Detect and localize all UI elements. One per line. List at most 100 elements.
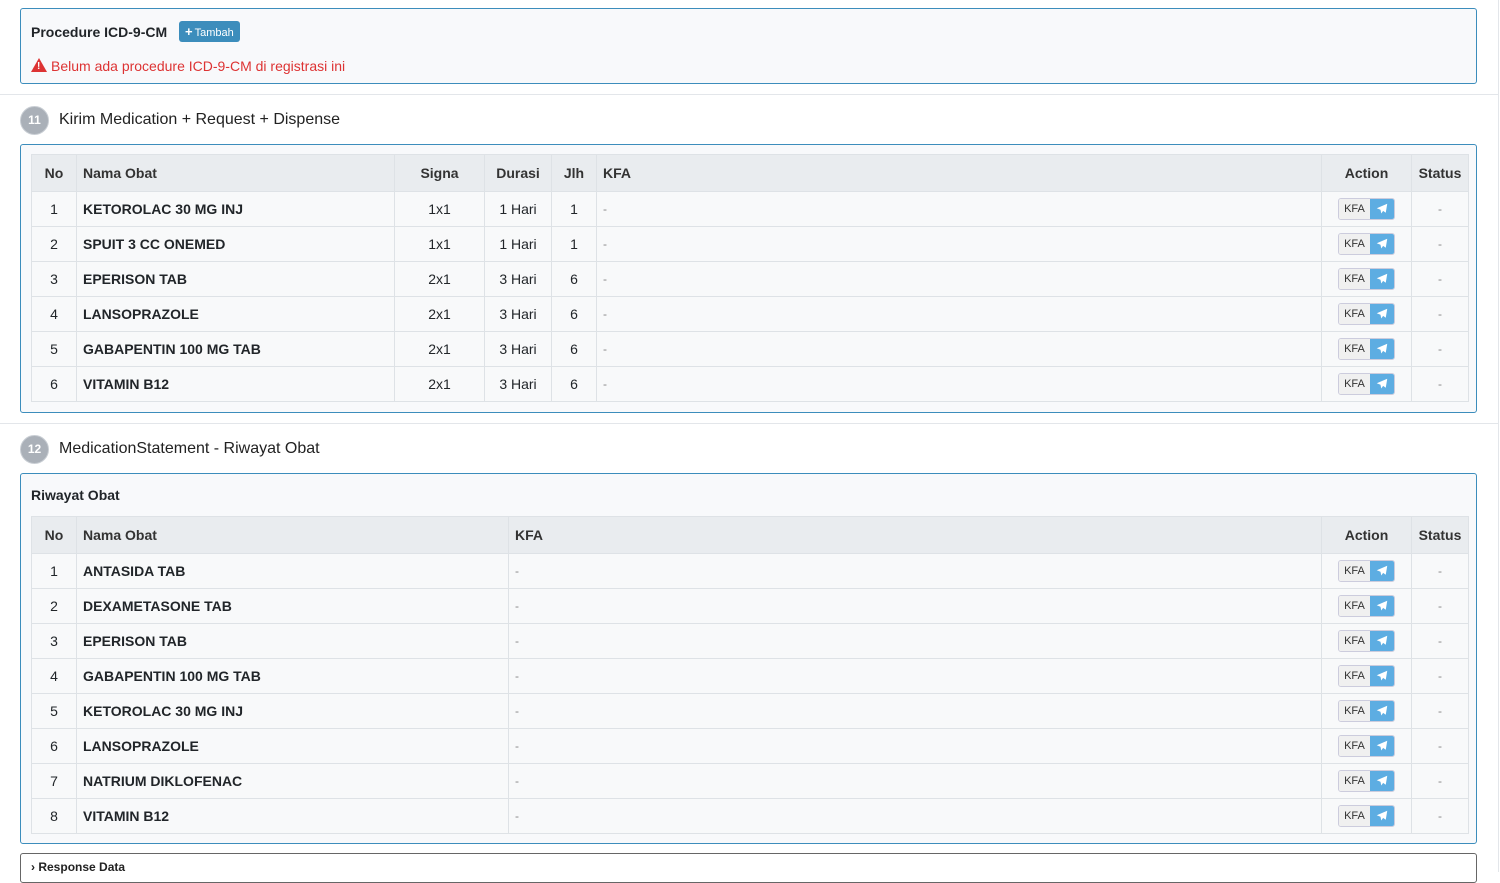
kfa-button-label: KFA xyxy=(1339,736,1370,756)
kfa-button-label: KFA xyxy=(1339,374,1370,394)
row-signa: 2x1 xyxy=(394,331,485,367)
riwayat-obat-title: Riwayat Obat xyxy=(31,487,120,503)
row-no: 1 xyxy=(31,191,77,227)
step-title: MedicationStatement - Riwayat Obat xyxy=(59,440,320,457)
row-kfa: - xyxy=(508,728,1322,764)
paper-plane-icon[interactable] xyxy=(1369,771,1394,791)
paper-plane-icon[interactable] xyxy=(1369,666,1394,686)
table-row: 4 LANSOPRAZOLE 2x1 3 Hari 6- KFA - xyxy=(31,296,1469,332)
row-no: 6 xyxy=(31,366,77,402)
paper-plane-icon[interactable] xyxy=(1369,806,1394,826)
row-kfa: - xyxy=(508,623,1322,659)
row-no: 4 xyxy=(31,296,77,332)
table-row: 8 VITAMIN B12- KFA - xyxy=(31,798,1469,834)
table-row: 4 GABAPENTIN 100 MG TAB - KFA - xyxy=(31,658,1469,694)
action-cell: KFA xyxy=(1321,588,1412,624)
row-status: - xyxy=(1411,658,1469,694)
paper-plane-icon[interactable] xyxy=(1369,374,1394,394)
add-procedure-button[interactable]: + Tambah xyxy=(179,21,240,42)
kfa-send-button[interactable]: KFA xyxy=(1338,560,1395,582)
row-status: - xyxy=(1411,261,1469,297)
kfa-send-button[interactable]: KFA xyxy=(1338,630,1395,652)
kfa-send-button[interactable]: KFA xyxy=(1338,805,1395,827)
row-nama-obat: LANSOPRAZOLE xyxy=(76,728,509,764)
row-kfa: - xyxy=(596,331,1322,367)
paper-plane-icon[interactable] xyxy=(1369,631,1394,651)
kfa-send-button[interactable]: KFA xyxy=(1338,303,1395,325)
action-cell: KFA xyxy=(1321,261,1412,297)
step-11-header: 11 Kirim Medication + Request + Dispense xyxy=(20,105,340,135)
medication-request-card: No Nama Obat Signa Durasi Jlh KFA Action… xyxy=(20,144,1477,413)
row-nama-obat: EPERISON TAB xyxy=(76,261,395,297)
kfa-send-button[interactable]: KFA xyxy=(1338,198,1395,220)
kfa-send-button[interactable]: KFA xyxy=(1338,700,1395,722)
action-cell: KFA xyxy=(1321,798,1412,834)
action-cell: KFA xyxy=(1321,658,1412,694)
paper-plane-icon[interactable] xyxy=(1369,234,1394,254)
row-no: 5 xyxy=(31,331,77,367)
step-number-badge: 11 xyxy=(20,105,49,135)
row-durasi: 3 Hari xyxy=(484,366,552,402)
row-status: - xyxy=(1411,588,1469,624)
row-durasi: 3 Hari xyxy=(484,331,552,367)
riwayat-obat-table: No Nama Obat KFA Action Status 1 ANTASIDA… xyxy=(31,516,1469,834)
procedure-warning: ! Belum ada procedure ICD-9-CM di registr… xyxy=(31,58,1466,74)
col-jlh: Jlh xyxy=(551,154,597,192)
row-no: 2 xyxy=(31,588,77,624)
row-status: - xyxy=(1411,331,1469,367)
table-row: 5 GABAPENTIN 100 MG TAB 2x1 3 Hari 6- KFA - xyxy=(31,331,1469,367)
table-row: 7 NATRIUM DIKLOFENAC - KFA - xyxy=(31,763,1469,799)
paper-plane-icon[interactable] xyxy=(1369,701,1394,721)
row-kfa: - xyxy=(596,226,1322,262)
kfa-send-button[interactable]: KFA xyxy=(1338,373,1395,395)
kfa-send-button[interactable]: KFA xyxy=(1338,770,1395,792)
row-status: - xyxy=(1411,763,1469,799)
paper-plane-icon[interactable] xyxy=(1369,561,1394,581)
row-no: 7 xyxy=(31,763,77,799)
row-jlh: 6 xyxy=(551,366,597,402)
col-nama-obat: Nama Obat xyxy=(76,154,395,192)
action-cell: KFA xyxy=(1321,296,1412,332)
row-kfa: - xyxy=(508,553,1322,589)
action-cell: KFA xyxy=(1321,623,1412,659)
col-signa: Signa xyxy=(394,154,485,192)
table-row: 6 LANSOPRAZOLE - KFA - xyxy=(31,728,1469,764)
paper-plane-icon[interactable] xyxy=(1369,304,1394,324)
kfa-button-label: KFA xyxy=(1339,666,1370,686)
row-nama-obat: KETOROLAC 30 MG INJ xyxy=(76,191,395,227)
row-signa: 2x1 xyxy=(394,296,485,332)
row-nama-obat: ANTASIDA TAB xyxy=(76,553,509,589)
kfa-button-label: KFA xyxy=(1339,596,1370,616)
col-no: No xyxy=(31,154,77,192)
kfa-send-button[interactable]: KFA xyxy=(1338,233,1395,255)
kfa-button-label: KFA xyxy=(1339,631,1370,651)
paper-plane-icon[interactable] xyxy=(1369,736,1394,756)
row-status: - xyxy=(1411,553,1469,589)
row-durasi: 1 Hari xyxy=(484,191,552,227)
table-row: 5 KETOROLAC 30 MG INJ - KFA - xyxy=(31,693,1469,729)
medication-request-table: No Nama Obat Signa Durasi Jlh KFA Action… xyxy=(31,154,1469,402)
paper-plane-icon[interactable] xyxy=(1369,269,1394,289)
row-status: - xyxy=(1411,623,1469,659)
col-status: Status xyxy=(1411,154,1469,192)
paper-plane-icon[interactable] xyxy=(1369,339,1394,359)
row-jlh: 6 xyxy=(551,331,597,367)
row-jlh: 6 xyxy=(551,261,597,297)
kfa-button-label: KFA xyxy=(1339,339,1370,359)
row-kfa: - xyxy=(508,763,1322,799)
paper-plane-icon[interactable] xyxy=(1369,596,1394,616)
kfa-send-button[interactable]: KFA xyxy=(1338,268,1395,290)
row-status: - xyxy=(1411,728,1469,764)
response-data-toggle[interactable]: › Response Data xyxy=(20,853,1477,883)
action-cell: KFA xyxy=(1321,553,1412,589)
kfa-send-button[interactable]: KFA xyxy=(1338,338,1395,360)
kfa-send-button[interactable]: KFA xyxy=(1338,665,1395,687)
paper-plane-icon[interactable] xyxy=(1369,199,1394,219)
row-jlh: 1 xyxy=(551,226,597,262)
row-status: - xyxy=(1411,226,1469,262)
kfa-send-button[interactable]: KFA xyxy=(1338,735,1395,757)
procedure-card: Procedure ICD-9-CM + Tambah ! Belum ada pr… xyxy=(20,8,1477,84)
kfa-send-button[interactable]: KFA xyxy=(1338,595,1395,617)
col-status: Status xyxy=(1411,516,1469,554)
row-kfa: - xyxy=(508,658,1322,694)
